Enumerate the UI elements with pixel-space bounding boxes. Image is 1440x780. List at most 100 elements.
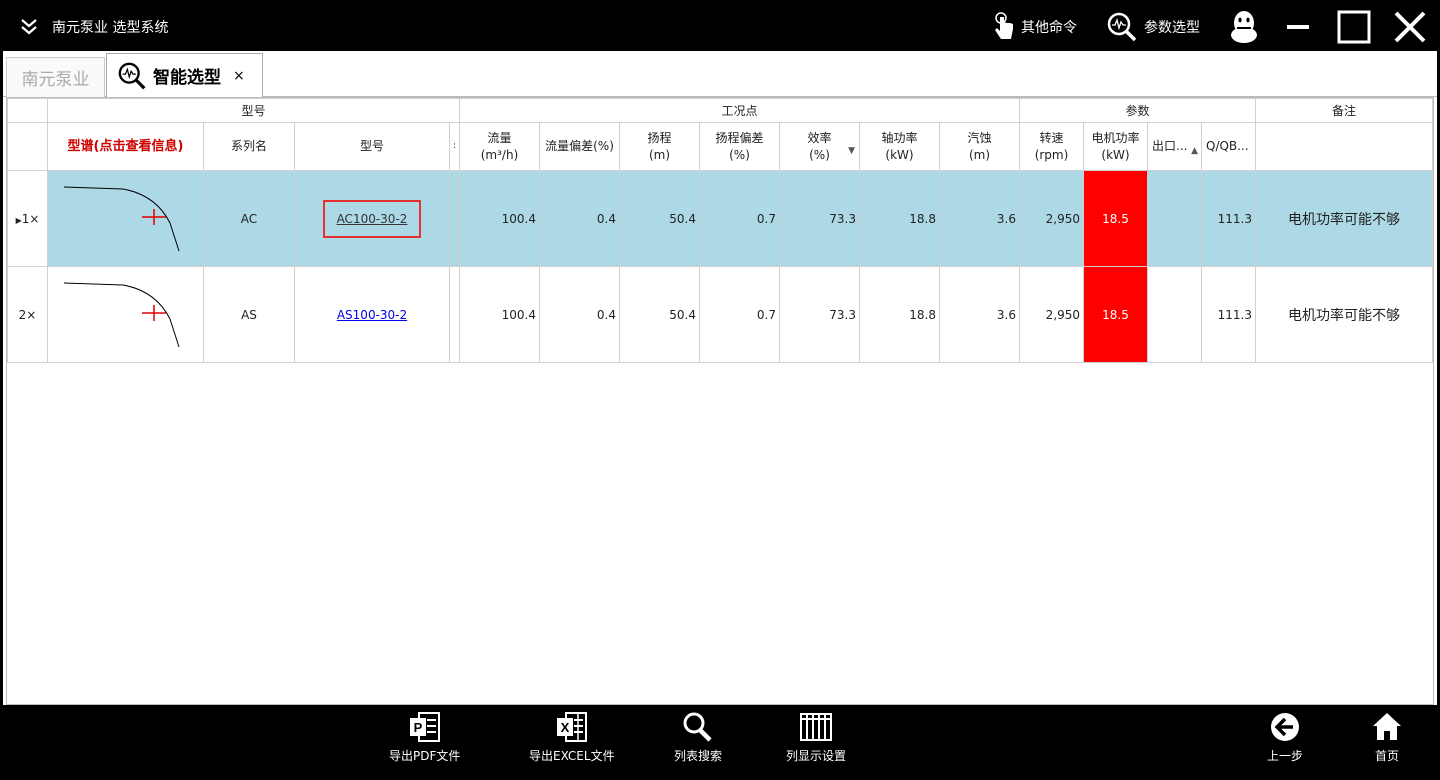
column-header-motor-power[interactable]: 电机功率 (kW): [1083, 122, 1148, 171]
model-highlight-box: AC100-30-2: [322, 199, 422, 238]
column-header-spectrum[interactable]: 型谱(点击查看信息): [47, 122, 204, 171]
efficiency-cell: 73.3: [779, 266, 860, 363]
column-header-collapsed[interactable]: :: [449, 122, 460, 171]
param-selection-label: 参数选型: [1144, 20, 1200, 36]
note-cell: 电机功率可能不够: [1255, 170, 1433, 267]
column-header-efficiency[interactable]: 效率 (%) ▼: [779, 122, 860, 171]
home-icon: [1373, 713, 1401, 740]
tab-home[interactable]: 南元泵业: [6, 57, 105, 97]
back-button[interactable]: 上一步: [1267, 711, 1303, 764]
arrow-left-circle-icon: [1271, 713, 1299, 741]
export-pdf-label: 导出PDF文件: [389, 749, 461, 763]
flow-cell: 100.4: [459, 170, 540, 267]
outlet-cell: [1147, 170, 1202, 267]
search-chart-icon: [118, 62, 146, 89]
head-deviation-cell: 0.7: [699, 170, 780, 267]
row-index[interactable]: ▶1×: [7, 170, 48, 267]
home-label: 首页: [1374, 749, 1399, 763]
group-header-operating-point: 工况点: [459, 98, 1020, 123]
column-header-model[interactable]: 型号: [294, 122, 450, 171]
home-button[interactable]: 首页: [1371, 711, 1403, 764]
column-header-npsh[interactable]: 汽蚀 (m): [939, 122, 1020, 171]
motor-power-cell: 18.5: [1083, 170, 1148, 267]
results-table: 型号 工况点 参数 备注 型谱(点击查看信息) 系列名 型号 : 流量 (m³/h…: [7, 98, 1433, 363]
double-chevron-down-icon[interactable]: [17, 15, 41, 39]
table-row[interactable]: ▶1× AC AC100-30-2 100.4 0.4 50.4 0.7 73.…: [7, 170, 1433, 267]
column-header-speed[interactable]: 转速 (rpm): [1019, 122, 1084, 171]
flow-cell: 100.4: [459, 266, 540, 363]
outlet-cell: [1147, 266, 1202, 363]
column-header-head[interactable]: 扬程 (m): [619, 122, 700, 171]
column-header-note[interactable]: [1255, 122, 1433, 171]
spectrum-curve-cell[interactable]: [47, 266, 204, 363]
back-label: 上一步: [1267, 749, 1304, 763]
maximize-icon: [1337, 10, 1371, 44]
sort-asc-icon: ▲: [1191, 146, 1198, 156]
column-header-qqb[interactable]: Q/QB...: [1201, 122, 1256, 171]
column-header-flow[interactable]: 流量 (m³/h): [459, 122, 540, 171]
maximize-button[interactable]: [1334, 9, 1374, 45]
column-header-head-deviation[interactable]: 扬程偏差 (%): [699, 122, 780, 171]
column-header-series[interactable]: 系列名: [203, 122, 295, 171]
svg-text:P: P: [413, 720, 422, 735]
param-selection-button[interactable]: 参数选型: [1106, 9, 1200, 45]
group-header-remarks: 备注: [1255, 98, 1433, 123]
bottom-toolbar: P 导出PDF文件 X 导出EXCEL文件 列表搜索 列显示设置 上一步 首页: [3, 705, 1437, 777]
table-row[interactable]: 2× AS AS100-30-2 100.4 0.4 50.4 0.7 73.3…: [7, 266, 1433, 363]
row-header-corner: [7, 122, 48, 171]
search-icon: [683, 712, 712, 742]
flow-deviation-cell: 0.4: [539, 266, 620, 363]
export-pdf-button[interactable]: P 导出PDF文件: [389, 711, 460, 764]
group-header-model: 型号: [47, 98, 460, 123]
spectrum-curve-cell[interactable]: [47, 170, 204, 267]
list-search-label: 列表搜索: [674, 749, 723, 763]
shaft-power-cell: 18.8: [859, 170, 940, 267]
model-link[interactable]: AC100-30-2: [337, 212, 408, 226]
hand-pointer-icon: [995, 12, 1013, 39]
tab-close-button[interactable]: ×: [233, 68, 245, 84]
export-excel-label: 导出EXCEL文件: [529, 749, 615, 763]
results-grid: 型号 工况点 参数 备注 型谱(点击查看信息) 系列名 型号 : 流量 (m³/h…: [6, 97, 1434, 705]
column-header-flow-deviation[interactable]: 流量偏差(%): [539, 122, 620, 171]
app-window: 南元泵业 选型系统 其他命令 参数选型 南元泵业 智能选型 × 型号 工况点 参…: [0, 0, 1440, 780]
column-settings-label: 列显示设置: [786, 749, 847, 763]
column-settings-button[interactable]: 列显示设置: [786, 711, 846, 764]
other-commands-button[interactable]: 其他命令: [991, 9, 1077, 45]
row-index[interactable]: 2×: [7, 266, 48, 363]
excel-file-icon: X: [556, 712, 587, 742]
shaft-power-cell: 18.8: [859, 266, 940, 363]
flow-deviation-cell: 0.4: [539, 170, 620, 267]
speed-cell: 2,950: [1019, 170, 1084, 267]
tab-smart-selection[interactable]: 智能选型 ×: [106, 53, 263, 98]
collapsed-cell: [449, 266, 460, 363]
efficiency-cell: 73.3: [779, 170, 860, 267]
motor-power-cell: 18.5: [1083, 266, 1148, 363]
series-cell: AC: [203, 170, 295, 267]
close-window-button[interactable]: [1390, 9, 1430, 45]
close-icon: [1394, 11, 1426, 43]
head-deviation-cell: 0.7: [699, 266, 780, 363]
npsh-cell: 3.6: [939, 266, 1020, 363]
model-link[interactable]: AS100-30-2: [337, 308, 407, 322]
corner-cell: [7, 98, 48, 123]
svg-text:X: X: [560, 720, 569, 735]
head-cell: 50.4: [619, 170, 700, 267]
column-header-outlet[interactable]: 出口... ▲: [1147, 122, 1202, 171]
pdf-file-icon: P: [409, 712, 440, 742]
speed-cell: 2,950: [1019, 266, 1084, 363]
note-cell: 电机功率可能不够: [1255, 266, 1433, 363]
minimize-icon: [1287, 25, 1309, 29]
export-excel-button[interactable]: X 导出EXCEL文件: [529, 711, 615, 764]
search-chart-icon: [1107, 12, 1137, 42]
qqb-cell: 111.3: [1201, 170, 1256, 267]
tab-bar: 南元泵业 智能选型 ×: [3, 51, 1437, 98]
head-cell: 50.4: [619, 266, 700, 363]
model-cell: AS100-30-2: [294, 266, 450, 363]
list-search-button[interactable]: 列表搜索: [674, 711, 722, 764]
pump-curve-thumbnail: [63, 282, 180, 348]
other-commands-label: 其他命令: [1021, 20, 1077, 36]
sort-desc-icon: ▼: [848, 146, 855, 156]
column-header-shaft-power[interactable]: 轴功率 (kW): [859, 122, 940, 171]
minimize-button[interactable]: [1278, 9, 1318, 45]
qq-penguin-icon[interactable]: [1224, 9, 1264, 45]
